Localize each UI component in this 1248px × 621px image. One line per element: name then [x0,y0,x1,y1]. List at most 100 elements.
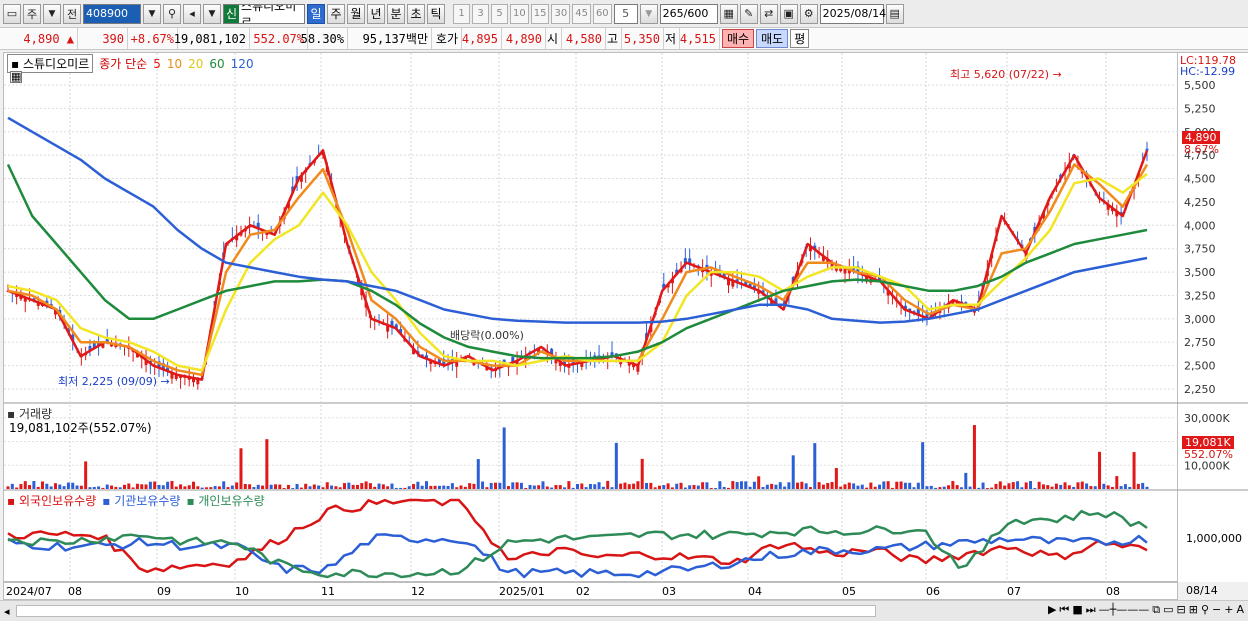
volume-bar [739,481,743,489]
volume-bar [692,485,696,489]
font-size-icon[interactable]: A [1236,603,1244,617]
draw-tool-icon[interactable]: ✎ [739,3,758,24]
period-month[interactable]: 월 [347,3,365,24]
copy-icon[interactable]: ⧉ [1152,603,1160,617]
search-icon[interactable]: ⚲ [163,3,181,24]
count-total: /600 [683,7,709,20]
date-tick: 08 [1106,585,1120,598]
volume-bar [192,481,196,489]
interval-10[interactable]: 10 [510,3,529,24]
volume-bar [890,487,894,489]
volume-bar [41,481,45,489]
volume-bar [714,488,718,489]
volume-bar [1098,451,1102,489]
gear-icon[interactable]: ⚙ [799,3,818,24]
price-change-pct: +8.67% [128,28,178,49]
date-tick: 2025/01 [499,585,545,598]
layout-icon[interactable]: ▭ [3,3,21,24]
volume-bar [567,481,571,489]
volume-bar [783,486,787,489]
interval-input[interactable]: 5 [613,3,638,24]
stock-name-box[interactable]: 신 스튜디오미르 [223,3,305,24]
minus-icon[interactable]: − [1212,603,1221,617]
volume-bar [204,487,208,489]
volume-bar [843,484,847,489]
volume-bar [576,483,579,489]
interval-dropdown-icon[interactable]: ▼ [639,3,658,24]
interval-60[interactable]: 60 [592,3,612,24]
forward-icon[interactable]: ⏭ [1086,603,1096,617]
save-icon[interactable]: ▣ [779,3,798,24]
volume-bar [243,484,247,489]
volume-bar [36,486,40,489]
zoom-slider-icon[interactable]: —┼——— [1099,603,1150,617]
interval-15[interactable]: 15 [530,3,550,24]
code-dropdown-icon[interactable]: ▼ [143,3,161,24]
chart-area[interactable]: ▪ 스튜디오미르 종가 단순 5 10 20 60 120 ▦ ▪ 거래량 19… [3,52,1179,583]
volume-bar [498,482,502,489]
volume-bar [1072,486,1076,489]
zoom-out-icon[interactable]: ⚲ [1201,603,1209,617]
plus-icon[interactable]: + [1224,603,1233,617]
volume-bar [1007,483,1011,489]
volume-bar [412,484,416,489]
period-day[interactable]: 일 [307,3,325,24]
sell-button[interactable]: 매도 [756,29,789,48]
scroll-bar[interactable]: ◂ ▶ ⏮ ■ ⏭ —┼——— ⧉ ▭ ⊟ ⊞ ⚲ − + A [0,600,1248,621]
date-tick: 12 [411,585,425,598]
scroll-track[interactable] [15,605,876,617]
volume-bar [437,485,441,489]
volume-bar [645,482,649,489]
quote-bar: 4,890 ▲ 390 +8.67% 19,081,102 552.07% 58… [0,28,1248,50]
speaker-icon[interactable]: ◂ [183,3,201,24]
table-toggle-icon[interactable]: ▦ [10,71,22,83]
calendar-icon[interactable]: ▤ [885,3,904,24]
period-second[interactable]: 초 [407,3,425,24]
settings-grid-icon[interactable]: ▦ [719,3,738,24]
play-icon[interactable]: ▶ [1048,603,1056,617]
rewind-icon[interactable]: ⏮ [1059,603,1069,617]
market-dropdown-icon[interactable]: ▼ [43,3,61,24]
volume-bar [545,486,549,489]
split-icon[interactable]: ⊟ [1177,603,1186,617]
period-minute[interactable]: 분 [387,3,405,24]
volume-bar [519,482,523,489]
period-week[interactable]: 주 [327,3,345,24]
interval-5[interactable]: 5 [491,3,508,24]
tile-icon[interactable]: ⊞ [1189,603,1198,617]
compare-icon[interactable]: ⇄ [759,3,778,24]
interval-45[interactable]: 45 [572,3,591,24]
code-input[interactable]: 408900 [83,3,141,24]
date-tick: 05 [842,585,856,598]
volume-bar [19,484,23,489]
interval-1[interactable]: 1 [453,3,470,24]
interval-3[interactable]: 3 [472,3,489,24]
speaker-dropdown-icon[interactable]: ▼ [203,3,221,24]
volume-bar [28,485,32,489]
interval-30[interactable]: 30 [551,3,571,24]
volume-bar [705,482,709,489]
volume-bar [394,487,398,489]
volume-bar [1033,488,1037,489]
volume-bar [1110,486,1114,489]
market-select[interactable]: 주 [23,3,41,24]
buy-button[interactable]: 매수 [722,29,755,48]
volume-bar [433,485,437,489]
scroll-left-icon[interactable]: ◂ [4,605,10,618]
volume-bar [959,487,963,489]
date-input[interactable]: 2025/08/14 [819,3,886,24]
count-input[interactable]: 265/600 [659,3,718,24]
date-tick: 03 [662,585,676,598]
volume-bar [1145,486,1149,489]
volume-bar [114,486,118,489]
market-label: 주 [26,7,38,21]
legend-institution-text: 기관보유수량 [114,494,181,508]
prev-button[interactable]: 전 [63,3,81,24]
layout-icon-2[interactable]: ▭ [1163,603,1173,617]
volume-bar [610,487,614,489]
period-tick[interactable]: 틱 [427,3,445,24]
volume-bar [373,486,377,489]
period-year[interactable]: 년 [367,3,385,24]
flat-button[interactable]: 평 [790,29,810,48]
stop-icon[interactable]: ■ [1072,603,1082,617]
